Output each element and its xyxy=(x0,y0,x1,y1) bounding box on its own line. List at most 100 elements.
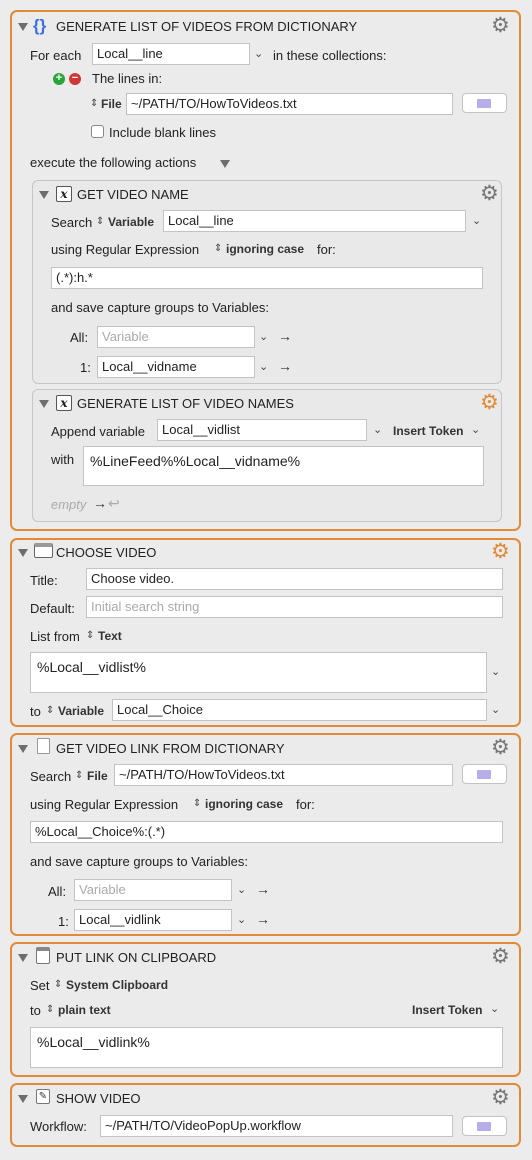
all-variable-field[interactable]: Variable xyxy=(74,879,232,901)
updown-icon[interactable]: ⇕ xyxy=(193,798,201,809)
folder-icon[interactable] xyxy=(462,93,507,113)
gear-icon[interactable]: ⚙ xyxy=(480,392,499,413)
gear-icon[interactable]: ⚙ xyxy=(491,1087,510,1108)
updown-icon[interactable]: ⇕ xyxy=(90,98,98,109)
choice-variable-field[interactable]: Local__Choice xyxy=(112,699,487,721)
chevron-down-icon[interactable]: ⌄ xyxy=(491,703,500,716)
disclosure-triangle-icon[interactable] xyxy=(18,549,28,557)
arrow-right-icon[interactable]: → xyxy=(278,358,292,374)
curly-braces-icon: {} xyxy=(33,16,47,35)
to-label: to xyxy=(30,1003,41,1018)
action-title: SHOW VIDEO xyxy=(56,1091,141,1106)
set-label: Set xyxy=(30,978,50,993)
file-source-label[interactable]: File xyxy=(101,97,122,111)
action-generate-list-of-video-names[interactable]: x GENERATE LIST OF VIDEO NAMES ⚙ Append … xyxy=(32,389,502,522)
arrow-right-icon[interactable]: → xyxy=(256,911,270,927)
action-put-link-on-clipboard[interactable]: PUT LINK ON CLIPBOARD ⚙ Set ⇕ System Cli… xyxy=(10,942,521,1077)
remove-icon[interactable]: − xyxy=(69,73,81,85)
updown-icon[interactable]: ⇕ xyxy=(86,630,94,641)
chevron-down-icon[interactable]: ⌄ xyxy=(254,47,263,60)
chevron-down-icon[interactable]: ⌄ xyxy=(237,883,246,896)
updown-icon[interactable]: ⇕ xyxy=(214,243,222,254)
disclosure-triangle-icon[interactable] xyxy=(18,954,28,962)
title-label: Title: xyxy=(30,573,58,588)
group-one-label: 1: xyxy=(80,360,91,375)
gear-icon[interactable]: ⚙ xyxy=(491,737,510,758)
script-icon: ✎ xyxy=(36,1089,50,1104)
action-show-video[interactable]: ✎ SHOW VIDEO ⚙ Workflow: ~/PATH/TO/Video… xyxy=(10,1083,521,1147)
title-field[interactable]: Choose video. xyxy=(86,568,503,590)
disclosure-triangle-icon[interactable] xyxy=(18,23,28,31)
insert-token-button[interactable]: Insert Token xyxy=(393,424,463,438)
updown-icon[interactable]: ⇕ xyxy=(75,770,83,781)
group-one-variable-field[interactable]: Local__vidlink xyxy=(74,909,232,931)
add-icon[interactable]: + xyxy=(53,73,65,85)
action-title: GENERATE LIST OF VIDEOS FROM DICTIONARY xyxy=(56,19,358,34)
include-blank-lines-checkbox[interactable] xyxy=(91,125,104,138)
arrow-right-icon[interactable]: → xyxy=(256,881,270,897)
updown-icon[interactable]: ⇕ xyxy=(54,979,62,990)
gear-icon[interactable]: ⚙ xyxy=(491,946,510,967)
gear-icon[interactable]: ⚙ xyxy=(491,541,510,562)
variable-source-label[interactable]: Variable xyxy=(58,704,104,718)
folder-icon[interactable] xyxy=(462,1116,507,1136)
variable-source-label[interactable]: Variable xyxy=(108,215,154,229)
action-title: CHOOSE VIDEO xyxy=(56,545,157,560)
disclosure-triangle-icon[interactable] xyxy=(18,745,28,753)
disclosure-triangle-icon[interactable] xyxy=(18,1095,28,1103)
chevron-down-icon[interactable]: ⌄ xyxy=(259,360,268,373)
clipboard-text-field[interactable]: %Local__vidlink% xyxy=(30,1027,503,1068)
chevron-down-icon[interactable]: ⌄ xyxy=(472,214,481,227)
all-variable-field[interactable]: Variable xyxy=(97,326,255,348)
disclosure-triangle-icon[interactable] xyxy=(39,191,49,199)
action-generate-list-of-videos[interactable]: {} GENERATE LIST OF VIDEOS FROM DICTIONA… xyxy=(10,10,521,531)
action-choose-video[interactable]: CHOOSE VIDEO ⚙ Title: Choose video. Defa… xyxy=(10,538,521,727)
search-variable-field[interactable]: Local__line xyxy=(163,210,466,232)
disclosure-triangle-icon[interactable] xyxy=(220,160,230,168)
save-capture-label: and save capture groups to Variables: xyxy=(30,854,249,869)
default-field[interactable]: Initial search string xyxy=(86,596,503,618)
file-source-label[interactable]: File xyxy=(87,769,108,783)
gear-icon[interactable]: ⚙ xyxy=(480,183,499,204)
action-get-video-name[interactable]: x GET VIDEO NAME ⚙ Search ⇕ Variable Loc… xyxy=(32,180,502,384)
folder-icon[interactable] xyxy=(462,764,507,784)
updown-icon[interactable]: ⇕ xyxy=(46,1004,54,1015)
regex-field[interactable]: (.*):h.* xyxy=(51,267,483,289)
chevron-down-icon[interactable]: ⌄ xyxy=(259,330,268,343)
empty-label: empty xyxy=(51,497,87,512)
plain-text-option-label[interactable]: plain text xyxy=(58,1003,111,1017)
chevron-down-icon[interactable]: ⌄ xyxy=(373,423,382,436)
workflow-path-field[interactable]: ~/PATH/TO/VideoPopUp.workflow xyxy=(100,1115,453,1137)
text-source-label[interactable]: Text xyxy=(98,629,122,643)
insert-token-button[interactable]: Insert Token xyxy=(412,1003,482,1017)
action-get-video-link[interactable]: GET VIDEO LINK FROM DICTIONARY ⚙ Search … xyxy=(10,733,521,936)
file-path-field[interactable]: ~/PATH/TO/HowToVideos.txt xyxy=(114,764,453,786)
default-label: Default: xyxy=(30,601,75,616)
file-path-field[interactable]: ~/PATH/TO/HowToVideos.txt xyxy=(126,93,453,115)
clipboard-option-label[interactable]: System Clipboard xyxy=(66,978,168,992)
chevron-down-icon[interactable]: ⌄ xyxy=(237,913,246,926)
case-option-label[interactable]: ignoring case xyxy=(226,242,304,256)
regex-field[interactable]: %Local__Choice%:(.*) xyxy=(30,821,503,843)
chevron-down-icon[interactable]: ⌄ xyxy=(490,1002,499,1015)
using-regex-label: using Regular Expression xyxy=(30,797,179,812)
append-variable-field[interactable]: Local__vidlist xyxy=(157,419,367,441)
gear-icon[interactable]: ⚙ xyxy=(491,15,510,36)
updown-icon[interactable]: ⇕ xyxy=(46,705,54,716)
all-label: All: xyxy=(70,330,89,345)
chevron-down-icon[interactable]: ⌄ xyxy=(491,665,500,678)
arrow-right-icon[interactable]: → xyxy=(278,328,292,344)
chevron-down-icon[interactable]: ⌄ xyxy=(471,423,480,436)
for-each-variable-field[interactable]: Local__line xyxy=(92,43,250,65)
document-icon xyxy=(37,738,50,754)
list-text-field[interactable]: %Local__vidlist% xyxy=(30,652,487,693)
execute-actions-label: execute the following actions xyxy=(30,155,197,170)
with-text-field[interactable]: %LineFeed%%Local__vidname% xyxy=(83,446,484,486)
case-option-label[interactable]: ignoring case xyxy=(205,797,283,811)
using-regex-label: using Regular Expression xyxy=(51,242,200,257)
all-label: All: xyxy=(48,884,67,899)
search-label: Search xyxy=(30,769,72,784)
disclosure-triangle-icon[interactable] xyxy=(39,400,49,408)
group-one-variable-field[interactable]: Local__vidname xyxy=(97,356,255,378)
updown-icon[interactable]: ⇕ xyxy=(96,216,104,227)
